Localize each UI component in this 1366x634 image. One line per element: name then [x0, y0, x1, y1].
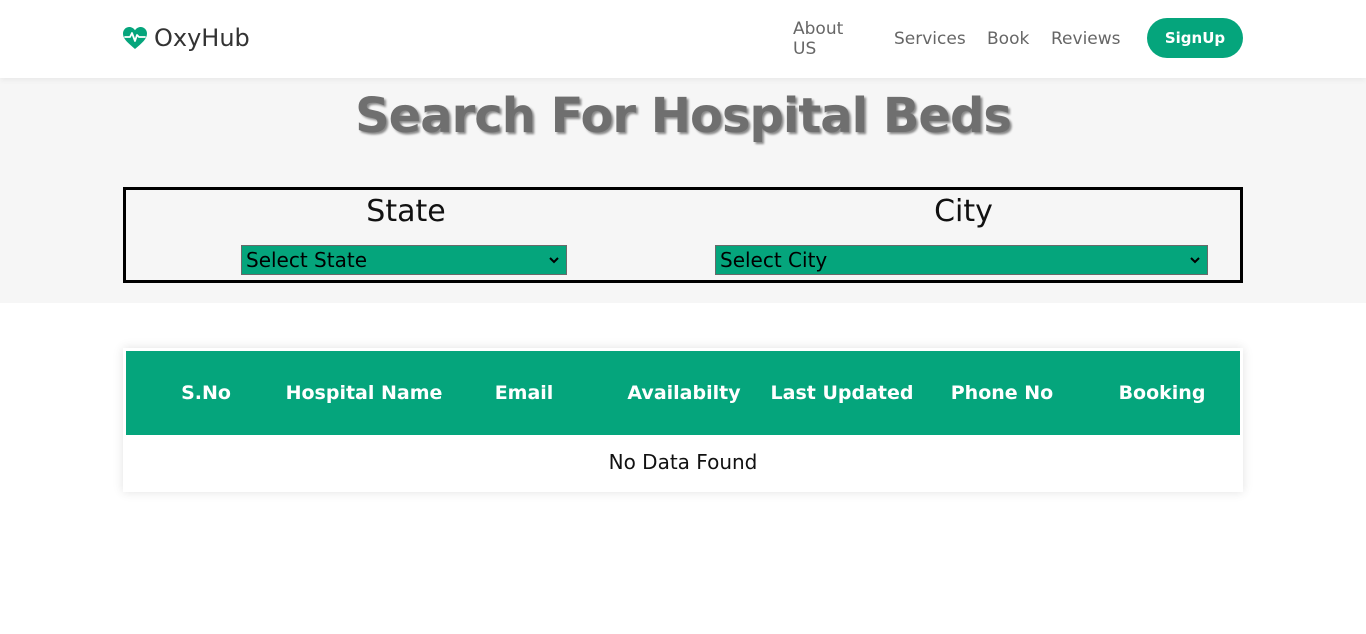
column-header-availability: Availabilty	[627, 382, 741, 404]
signup-button[interactable]: SignUp	[1147, 18, 1243, 58]
nav-link-about[interactable]: About US	[793, 19, 843, 59]
results-table: S.No Hospital Name Email Availabilty Las…	[123, 348, 1243, 492]
navbar: OxyHub About US Services Book Reviews Si…	[0, 0, 1366, 78]
chevron-down-icon	[549, 257, 559, 264]
column-header-email: Email	[494, 382, 554, 404]
brand-name: OxyHub	[154, 24, 250, 52]
chevron-down-icon	[1190, 257, 1200, 264]
page-title: Search For Hospital Beds	[355, 88, 1012, 144]
nav-link-reviews[interactable]: Reviews	[1051, 29, 1121, 49]
state-label: State	[366, 194, 446, 229]
column-header-hospital-name: Hospital Name	[285, 382, 443, 404]
column-header-booking: Booking	[1118, 382, 1206, 404]
table-header-row: S.No Hospital Name Email Availabilty Las…	[126, 351, 1240, 435]
nav-link-services[interactable]: Services	[894, 29, 966, 49]
column-header-sno: S.No	[181, 382, 231, 404]
city-select[interactable]: Select City	[715, 245, 1208, 275]
search-section: Search For Hospital Beds State Select St…	[0, 78, 1366, 303]
state-select[interactable]: Select State	[241, 245, 567, 275]
heart-pulse-icon	[123, 27, 147, 49]
state-select-value: Select State	[246, 248, 367, 272]
brand-logo[interactable]: OxyHub	[122, 22, 250, 54]
empty-state-message: No Data Found	[608, 450, 758, 474]
column-header-last-updated: Last Updated	[770, 382, 914, 404]
column-header-phone: Phone No	[950, 382, 1054, 404]
city-label: City	[934, 194, 993, 229]
city-select-value: Select City	[720, 248, 828, 272]
nav-link-book[interactable]: Book	[987, 29, 1029, 49]
filter-box: State Select State City Select City	[123, 187, 1243, 283]
